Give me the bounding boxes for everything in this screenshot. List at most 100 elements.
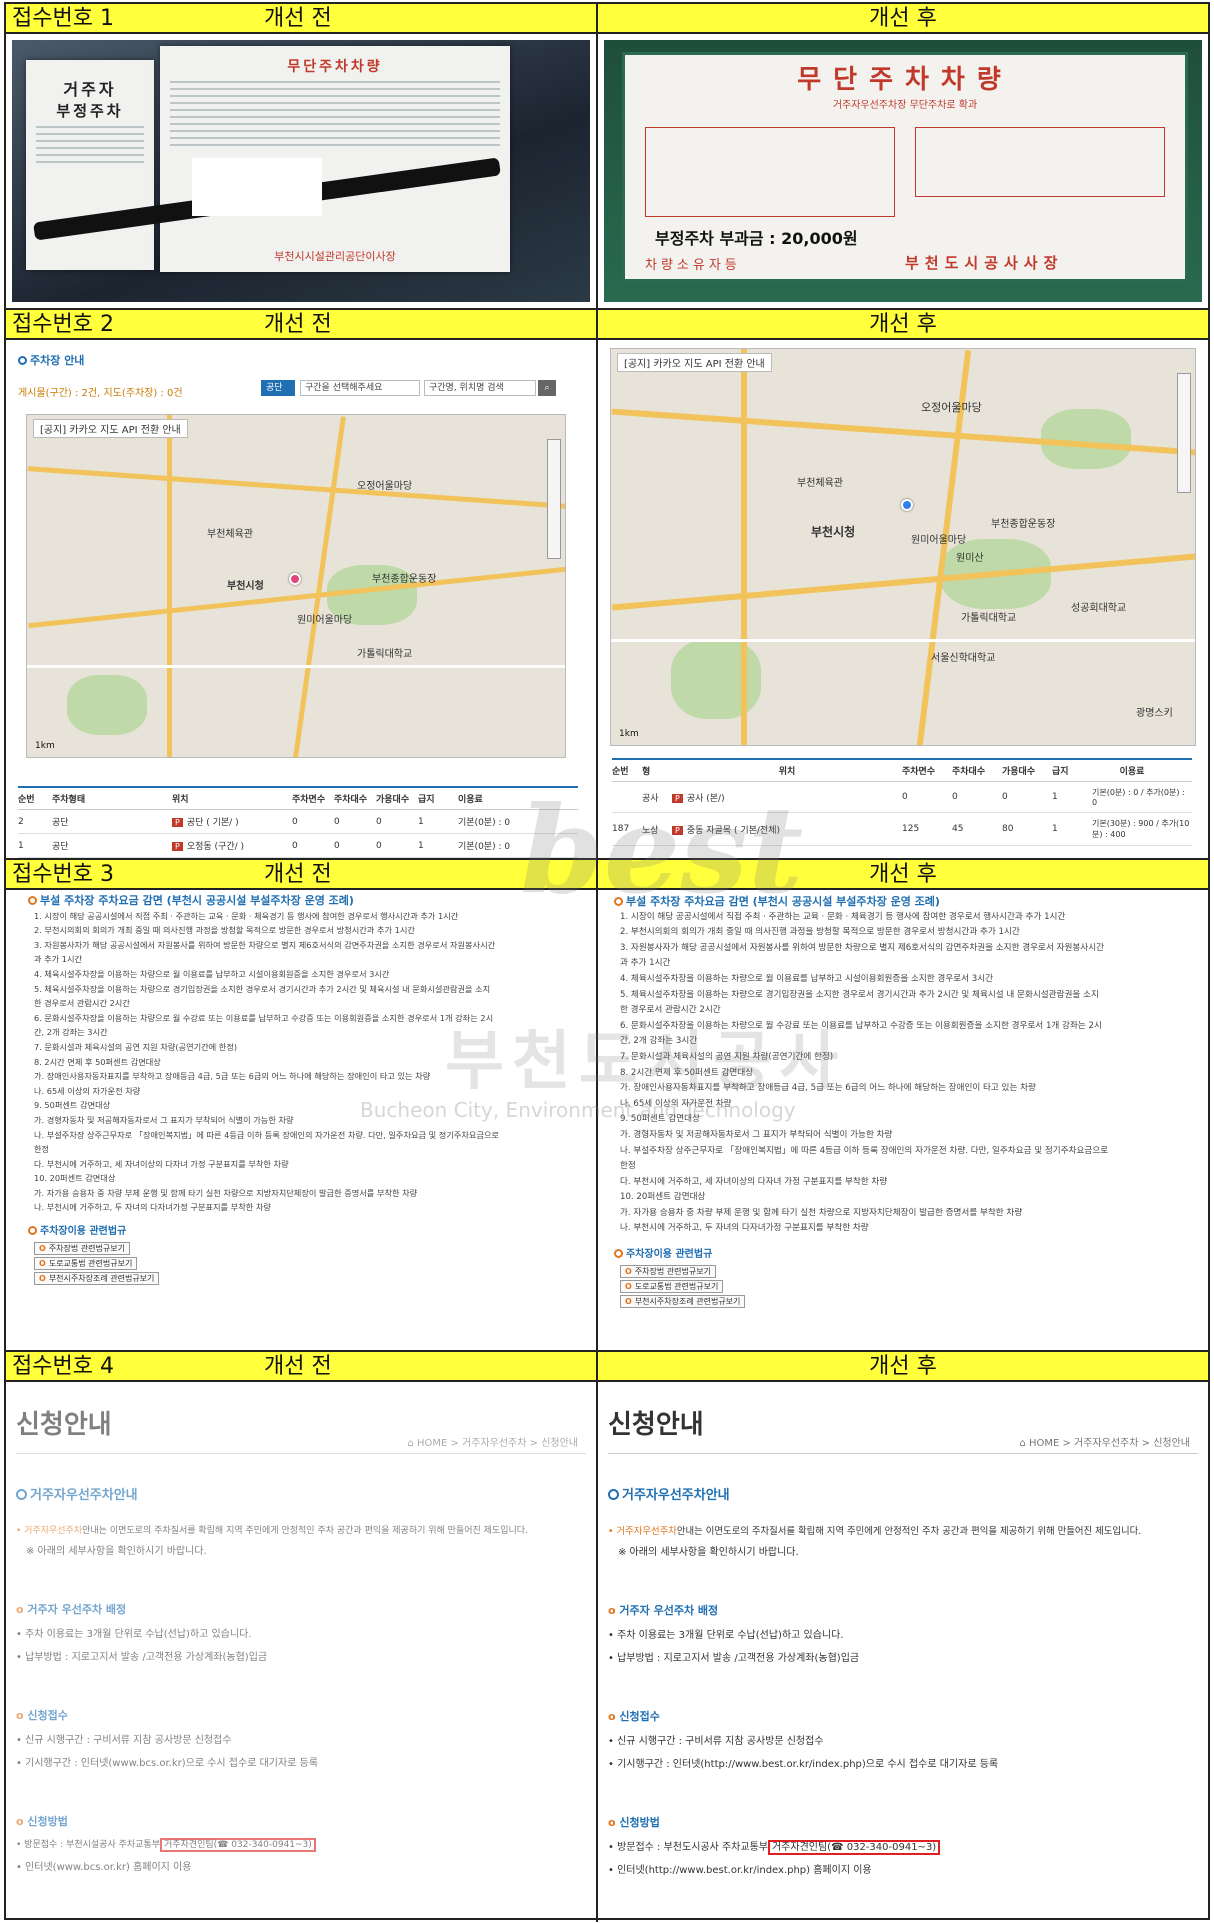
fee-reduction-text: 부설 주차장 주차요금 감면 (부천시 공공시설 부설주차장 운영 조례) 1.… (28, 894, 584, 1285)
table-row[interactable]: 1 공단 P 오정동 (구간/ ) 0 0 0 1 기본(0분) : 0 (18, 834, 578, 858)
after-label: 개선 후 (869, 312, 937, 337)
row-2: 접수번호 2 개선 전 주차장 안내 게시물(구간) : 2건, 지도(주차장)… (6, 310, 1208, 860)
reduction-line: 과 추가 1시간 (620, 958, 671, 969)
reduction-line: 6. 문화시설주차장을 이용하는 차량으로 월 수강료 또는 이용료를 납부하고… (34, 1012, 494, 1023)
reduction-lines: 1. 시장이 해당 공공시설에서 직접 주최 · 주관하는 교육 · 문화 · … (620, 910, 1196, 1237)
row3-after-header: 개선 후 (598, 860, 1208, 890)
contact-highlight: 거주자견인팀(☎ 032-340-0941~3) (160, 1838, 316, 1852)
reduction-line: 3. 자원봉사자가 해당 공공시설에서 자원봉사를 위하여 방문한 차량으로 별… (34, 939, 496, 950)
contact-highlight: 거주자견인팀(☎ 032-340-0941~3) (767, 1840, 941, 1855)
search-icon[interactable]: ⌕ (538, 380, 556, 396)
table-row[interactable]: 2 공단 P 공단 ( 기본/ ) 0 0 0 1 기본(0분) : 0 (18, 810, 578, 834)
receipt-number: 접수번호 2 (12, 312, 114, 337)
redacted-area (192, 158, 322, 216)
reduction-line: 나. 65세 이상의 자가운전 차량 (34, 1085, 141, 1096)
row4-after-header: 개선 후 (598, 1352, 1208, 1382)
reduction-line: 다. 부천시에 거주하고, 세 자녀이상의 다자녀 가정 구분표지를 부착한 차… (34, 1158, 289, 1169)
reduction-line: 가. 자가용 승용차 중 차량 부제 운행 및 함께 타기 실천 차량으로 지방… (620, 1207, 1023, 1218)
row1-before-cell: 접수번호 1 개선 전 거주자 부정주차 무단주차차량 부천시시설관리공단이사장 (6, 4, 598, 308)
row3-before-cell: 접수번호 3 개선 전 부설 주차장 주차요금 감면 (부천시 공공시설 부설주… (6, 860, 598, 1350)
breadcrumb[interactable]: ⌂ HOME > 거주자우선주차 > 신청안내 (407, 1434, 578, 1449)
row3-before-header: 접수번호 3 개선 전 (6, 860, 596, 890)
row3-after-screenshot: 부설 주차장 주차요금 감면 (부천시 공공시설 부설주차장 운영 조례) 1.… (598, 890, 1208, 1350)
reduction-line: 4. 체육시설주차장을 이용하는 차량으로 월 이용료를 납부하고 시설이용회원… (620, 973, 994, 984)
after-label: 개선 후 (869, 862, 937, 887)
row-1: 접수번호 1 개선 전 거주자 부정주차 무단주차차량 부천시시설관리공단이사장 (6, 4, 1208, 310)
new-notice: 무단주차차량 거주자우선주차장 무단주차로 확과 부정주차 부과금 : 20,0… (622, 52, 1188, 282)
map-notice[interactable]: [공지] 카카오 지도 API 전환 안내 (617, 353, 772, 372)
law-button-traffic[interactable]: O 도로교통법 관련법규보기 (620, 1279, 724, 1293)
law-button-ordinance[interactable]: O 부천시주차장조례 관련법규보기 (34, 1271, 160, 1285)
row4-after-cell: 개선 후 신청안내 ⌂ HOME > 거주자우선주차 > 신청안내 거주자우선주… (598, 1352, 1208, 1922)
reduction-line: 5. 체육시설주차장을 이용하는 차량으로 경기입장권을 소지한 경우로서 경기… (34, 983, 491, 994)
row2-before-screenshot: 주차장 안내 게시물(구간) : 2건, 지도(주차장) : 0건 공단 구간을… (6, 340, 596, 858)
row4-before-screenshot: 신청안내 ⌂ HOME > 거주자우선주차 > 신청안내 거주자우선주차안내 •… (6, 1382, 596, 1922)
reduction-line: 나. 65세 이상의 자가운전 차량 (620, 1098, 732, 1109)
reduction-line: 과 추가 1시간 (34, 954, 83, 965)
row4-before-header: 접수번호 4 개선 전 (6, 1352, 596, 1382)
reduction-line: 7. 문화시설과 체육시설의 공연 지원 차량(공연기간에 한정) (620, 1051, 834, 1062)
parking-list: 순번 형 위치 주차면수 주차대수 가용대수 급지 이용료 공사 P 공사 (본/… (612, 758, 1192, 846)
reduction-line: 나. 부설주차장 상주근무자로 「장애인복지법」에 따른 4등급 이하 등록 장… (620, 1145, 1109, 1156)
law-button-traffic[interactable]: O 도로교통법 관련법규보기 (34, 1256, 138, 1270)
map-before[interactable]: [공지] 카카오 지도 API 전환 안내 부천시청 오정어울마당 부천체육관 … (26, 414, 566, 758)
row1-after-cell: 개선 후 무단주차차량 거주자우선주차장 무단주차로 확과 부정주차 부과금 :… (598, 4, 1208, 308)
map-marker[interactable] (289, 573, 301, 585)
table-row[interactable]: 공사 P 공사 (본/) 0 0 0 1 기본(0분) : 0 / 추가(0분) … (612, 782, 1192, 813)
list-header: 순번 형 위치 주차면수 주차대수 가용대수 급지 이용료 (612, 758, 1192, 782)
law-button-ordinance[interactable]: O 부천시주차장조례 관련법규보기 (620, 1294, 746, 1308)
application-guide: 신청안내 ⌂ HOME > 거주자우선주차 > 신청안내 거주자우선주차안내 •… (608, 1386, 1198, 1922)
type-select[interactable]: 공단 (261, 380, 295, 396)
reduction-line: 9. 50퍼센트 감면대상 (34, 1100, 111, 1111)
reduction-line: 가. 경형자동차 및 저공해자동차로서 그 표지가 부착되어 식별이 가능한 차… (620, 1129, 893, 1140)
zoom-slider[interactable] (1177, 373, 1191, 493)
zoom-slider[interactable] (547, 439, 561, 559)
reduction-line: 가. 경형자동차 및 저공해자동차로서 그 표지가 부착되어 식별이 가능한 차… (34, 1114, 294, 1125)
table-row[interactable]: 187 노상 P 중동 자골목 ( 기본/전체) 125 45 80 1 기본(3… (612, 813, 1192, 846)
receipt-number: 접수번호 1 (12, 6, 114, 31)
sub-heading: o 신청접수 (16, 1709, 68, 1722)
map-notice[interactable]: [공지] 카카오 지도 API 전환 안내 (33, 419, 188, 438)
row1-before-photo: 거주자 부정주차 무단주차차량 부천시시설관리공단이사장 (6, 34, 596, 308)
intro-text: • 거주자우선주차안내는 이면도로의 주차질서를 확립해 지역 주민에게 안정적… (608, 1526, 1142, 1537)
sub-heading: o 신청방법 (608, 1816, 660, 1829)
reduction-line: 간, 2개 강좌는 3시간 (620, 1036, 698, 1047)
reduction-line: 한 경우로서 관람시간 2시간 (620, 1005, 721, 1016)
row4-after-screenshot: 신청안내 ⌂ HOME > 거주자우선주차 > 신청안내 거주자우선주차안내 •… (598, 1382, 1208, 1922)
sub-heading: o 신청방법 (16, 1815, 68, 1828)
search-input[interactable]: 구간명, 위치명 검색 (424, 380, 536, 396)
reduction-line: 나. 부천시에 거주하고, 두 자녀의 다자녀가정 구분표지를 부착한 차량 (620, 1223, 869, 1234)
row1-before-header: 접수번호 1 개선 전 (6, 4, 596, 34)
row1-after-header: 개선 후 (598, 4, 1208, 34)
reduction-line: 나. 부설주차장 상주근무자로 「장애인복지법」에 따른 4등급 이하 등록 장… (34, 1129, 500, 1140)
law-links: 주차장이용 관련법규 O 주차장법 관련법규보기 O 도로교통법 관련법규보기 O부… (28, 1225, 584, 1285)
map-after[interactable]: [공지] 카카오 지도 API 전환 안내 부천시청 오정어울마당 부천체육관 … (610, 348, 1196, 746)
reduction-line: 한정 (34, 1144, 50, 1155)
intro-text: • 거주자우선주차안내는 이면도로의 주차질서를 확립해 지역 주민에게 안정적… (16, 1526, 528, 1536)
parking-guide-title: 주차장 안내 (18, 352, 84, 368)
row-3: 접수번호 3 개선 전 부설 주차장 주차요금 감면 (부천시 공공시설 부설주… (6, 860, 1208, 1352)
breadcrumb[interactable]: ⌂ HOME > 거주자우선주차 > 신청안내 (1019, 1434, 1190, 1449)
reduction-line: 10. 20퍼센트 감면대상 (620, 1192, 706, 1203)
result-count: 게시물(구간) : 2건, 지도(주차장) : 0건 (18, 388, 183, 399)
before-label: 개선 전 (264, 312, 332, 337)
sub-heading: o 거주자 우선주차 배정 (608, 1604, 719, 1617)
receipt-number: 접수번호 3 (12, 862, 114, 887)
section-select[interactable]: 구간을 선택해주세요 (300, 380, 420, 396)
reduction-line: 1. 시장이 해당 공공시설에서 직접 주최 · 주관하는 교육 · 문화 · … (620, 911, 1066, 922)
reduction-line: 가. 자가용 승용차 중 차량 부제 운행 및 함께 타기 실천 차량으로 지방… (34, 1187, 418, 1198)
reduction-line: 1. 시장이 해당 공공시설에서 직접 주최 · 주관하는 교육 · 문화 · … (34, 910, 459, 921)
law-button-parking[interactable]: O 주차장법 관련법규보기 (34, 1241, 130, 1255)
map-marker[interactable] (901, 499, 913, 511)
reduction-lines: 1. 시장이 해당 공공시설에서 직접 주최 · 주관하는 교육 · 문화 · … (34, 909, 584, 1215)
reduction-line: 간, 2개 강좌는 3시간 (34, 1027, 108, 1038)
law-button-parking[interactable]: O 주차장법 관련법규보기 (620, 1264, 716, 1278)
reduction-line: 2. 부천시의회의 회의가 개최 중일 때 의사진행 과정을 방청할 목적으로 … (34, 925, 415, 936)
reduction-line: 가. 장애인사용자동차표지를 부착하고 장애등급 4급, 5급 또는 6급의 어… (620, 1083, 1036, 1094)
after-label: 개선 후 (869, 6, 937, 31)
reduction-line: 3. 자원봉사자가 해당 공공시설에서 자원봉사를 위하여 방문한 차량으로 별… (620, 942, 1105, 953)
reduction-line: 8. 2시간 면제 후 50퍼센트 감면대상 (34, 1056, 161, 1067)
reduction-line: 한정 (620, 1161, 636, 1172)
reduction-line: 9. 50퍼센트 감면대상 (620, 1114, 700, 1125)
row2-before-header: 접수번호 2 개선 전 (6, 310, 596, 340)
